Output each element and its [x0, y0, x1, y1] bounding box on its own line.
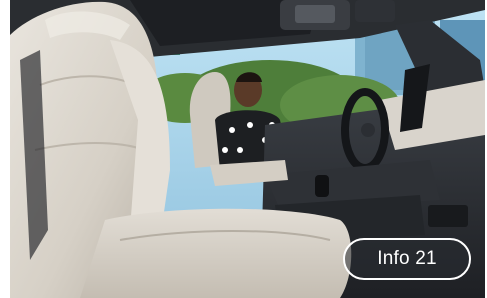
- photo-viewer: Info 21: [0, 0, 487, 298]
- seat-cushion: [80, 208, 352, 298]
- rearview-mirror: [355, 0, 395, 22]
- vent: [428, 205, 468, 227]
- car-interior-photo: Info 21: [10, 0, 485, 298]
- info-button[interactable]: Info 21: [343, 238, 471, 280]
